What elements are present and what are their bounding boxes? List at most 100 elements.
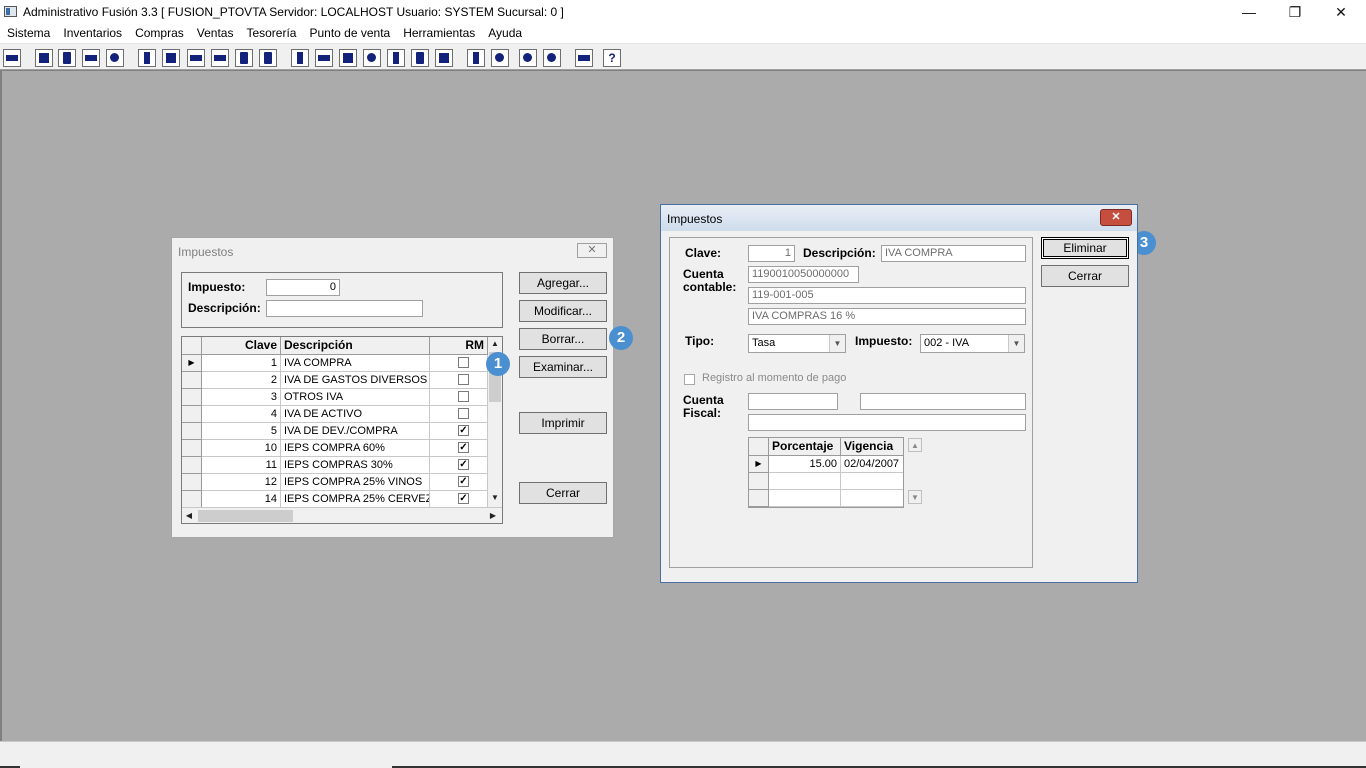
cell-rm[interactable]: ✓: [430, 491, 488, 508]
cell-rm[interactable]: [430, 389, 488, 406]
clave-field[interactable]: 1: [748, 245, 795, 262]
row-indicator[interactable]: ▶: [749, 456, 769, 473]
cuenta-fiscal-field[interactable]: [748, 393, 838, 410]
impuesto-input[interactable]: 0: [266, 279, 340, 296]
impuestos-grid[interactable]: Clave Descripción RM ▶ 1 IVA COMPRA 2 IVA DE…: [181, 336, 503, 524]
cell-rm[interactable]: [430, 406, 488, 423]
maximize-button[interactable]: ❐: [1272, 0, 1318, 24]
chevron-down-icon[interactable]: ▼: [1008, 335, 1024, 352]
porcentaje-grid[interactable]: Porcentaje Vigencia ▶ 15.00 02/04/2007: [748, 437, 904, 508]
menu-punto-de-venta[interactable]: Punto de venta: [303, 24, 397, 43]
cell-rm[interactable]: ✓: [430, 423, 488, 440]
column-header-rm[interactable]: RM: [430, 337, 488, 355]
scroll-right-icon[interactable]: ▶: [486, 509, 500, 523]
row-indicator[interactable]: [182, 474, 202, 491]
cell-porcentaje[interactable]: [769, 473, 841, 490]
cell-rm[interactable]: ✓: [430, 457, 488, 474]
document-icon[interactable]: [235, 49, 253, 67]
row-indicator[interactable]: [749, 490, 769, 507]
column-header-clave[interactable]: Clave: [202, 337, 281, 355]
rm-checkbox[interactable]: [458, 357, 469, 368]
row-indicator[interactable]: ▶: [182, 355, 202, 372]
cell-porcentaje[interactable]: 15.00: [769, 456, 841, 473]
cell-rm[interactable]: [430, 355, 488, 372]
cell-clave[interactable]: 12: [202, 474, 281, 491]
cell-descripcion[interactable]: IEPS COMPRA 25% VINOS: [281, 474, 430, 491]
folder-icon[interactable]: [162, 49, 180, 67]
cell-descripcion[interactable]: IVA DE DEV./COMPRA: [281, 423, 430, 440]
cell-clave[interactable]: 1: [202, 355, 281, 372]
horizontal-scrollbar[interactable]: ◀ ▶: [182, 507, 502, 523]
cell-descripcion[interactable]: IVA COMPRA: [281, 355, 430, 372]
print-icon[interactable]: [187, 49, 205, 67]
copy-icon[interactable]: [35, 49, 53, 67]
cell-descripcion[interactable]: OTROS IVA: [281, 389, 430, 406]
cell-rm[interactable]: ✓: [430, 474, 488, 491]
undo-icon[interactable]: [543, 49, 561, 67]
list-icon[interactable]: [259, 49, 277, 67]
help-icon[interactable]: ?: [603, 49, 621, 67]
calculator-icon[interactable]: [3, 49, 21, 67]
column-header-vigencia[interactable]: Vigencia: [841, 438, 903, 456]
cell-vigencia[interactable]: 02/04/2007: [841, 456, 903, 473]
examinar-button[interactable]: Examinar...: [519, 356, 607, 378]
cell-rm[interactable]: ✓: [430, 440, 488, 457]
borrar-button[interactable]: Borrar...: [519, 328, 607, 350]
table-icon[interactable]: [435, 49, 453, 67]
imprimir-button[interactable]: Imprimir: [519, 412, 607, 434]
tipo-select[interactable]: Tasa ▼: [748, 334, 846, 353]
cell-clave[interactable]: 4: [202, 406, 281, 423]
back-icon[interactable]: [575, 49, 593, 67]
rm-checkbox[interactable]: ✓: [458, 476, 469, 487]
hscroll-thumb[interactable]: [198, 510, 293, 522]
close-icon[interactable]: ✕: [1100, 209, 1132, 226]
porcentaje-scrollbar[interactable]: ▲ ▼: [906, 437, 924, 508]
row-indicator[interactable]: [182, 406, 202, 423]
scroll-down-icon[interactable]: ▼: [488, 491, 502, 505]
agregar-button[interactable]: Agregar...: [519, 272, 607, 294]
menu-compras[interactable]: Compras: [129, 24, 191, 43]
rm-checkbox[interactable]: ✓: [458, 493, 469, 504]
print-preview-icon[interactable]: [211, 49, 229, 67]
cell-clave[interactable]: 14: [202, 491, 281, 508]
menu-tesoreria[interactable]: Tesorería: [240, 24, 303, 43]
cell-porcentaje[interactable]: [769, 490, 841, 507]
menu-ayuda[interactable]: Ayuda: [482, 24, 529, 43]
cell-descripcion[interactable]: IVA DE ACTIVO: [281, 406, 430, 423]
export-icon[interactable]: [339, 49, 357, 67]
cell-vigencia[interactable]: [841, 490, 903, 507]
refresh-icon[interactable]: [519, 49, 537, 67]
descripcion-input[interactable]: [266, 300, 423, 317]
menu-sistema[interactable]: Sistema: [1, 24, 57, 43]
cell-vigencia[interactable]: [841, 473, 903, 490]
modificar-button[interactable]: Modificar...: [519, 300, 607, 322]
impuesto-select[interactable]: 002 - IVA ▼: [920, 334, 1025, 353]
user-icon[interactable]: [138, 49, 156, 67]
chevron-down-icon[interactable]: ▼: [829, 335, 845, 352]
transfer-icon[interactable]: [82, 49, 100, 67]
rm-checkbox[interactable]: ✓: [458, 459, 469, 470]
cell-rm[interactable]: [430, 372, 488, 389]
search-icon[interactable]: [106, 49, 124, 67]
cerrar-button[interactable]: Cerrar: [519, 482, 607, 504]
scroll-left-icon[interactable]: ◀: [182, 509, 196, 523]
find-icon[interactable]: [491, 49, 509, 67]
menu-ventas[interactable]: Ventas: [191, 24, 241, 43]
row-indicator[interactable]: [749, 473, 769, 490]
users-icon[interactable]: [291, 49, 309, 67]
close-icon[interactable]: ✕: [577, 243, 607, 258]
rm-checkbox[interactable]: ✓: [458, 442, 469, 453]
row-indicator[interactable]: [182, 440, 202, 457]
column-header-descripcion[interactable]: Descripción: [281, 337, 430, 355]
dollar-icon[interactable]: [387, 49, 405, 67]
registro-checkbox[interactable]: [684, 374, 695, 385]
eliminar-button[interactable]: Eliminar: [1041, 237, 1129, 259]
close-button[interactable]: ✕: [1318, 0, 1364, 24]
cell-descripcion[interactable]: IVA DE GASTOS DIVERSOS: [281, 372, 430, 389]
clipboard-icon[interactable]: [58, 49, 76, 67]
scroll-up-icon[interactable]: ▲: [488, 337, 502, 351]
row-indicator[interactable]: [182, 372, 202, 389]
cerrar-button[interactable]: Cerrar: [1041, 265, 1129, 287]
column-header-porcentaje[interactable]: Porcentaje: [769, 438, 841, 456]
rm-checkbox[interactable]: [458, 391, 469, 402]
